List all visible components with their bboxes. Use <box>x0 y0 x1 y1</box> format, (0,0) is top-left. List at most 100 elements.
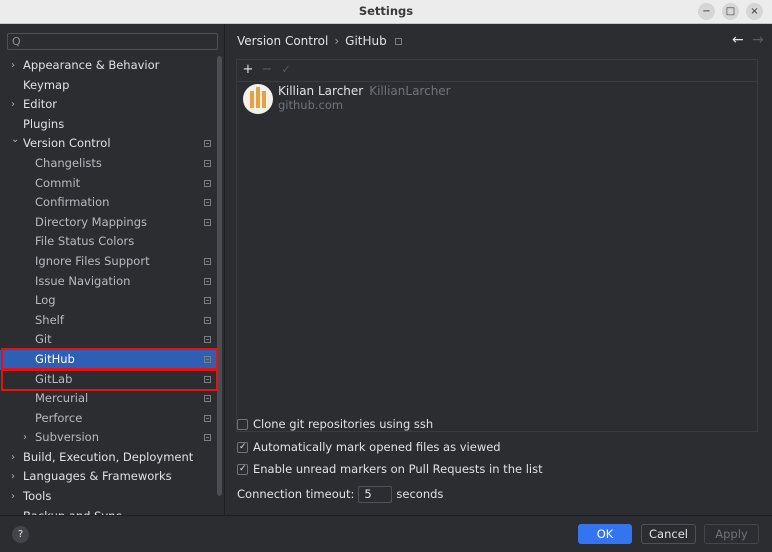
sidebar-item-label: Languages & Frameworks <box>23 469 172 484</box>
chevron-right-icon[interactable]: › <box>11 56 15 76</box>
project-settings-icon <box>204 297 211 305</box>
sidebar-item-build-execution-deployment[interactable]: › Build, Execution, Deployment <box>0 448 218 468</box>
sidebar-item-github[interactable]: GitHub <box>0 349 218 370</box>
account-name-line: Killian Larcher KillianLarcher <box>278 84 451 98</box>
clone-ssh-option[interactable]: Clone git repositories using ssh <box>237 417 433 433</box>
sidebar-item-perforce[interactable]: Perforce <box>0 409 218 429</box>
unread-markers-option[interactable]: Enable unread markers on Pull Requests i… <box>237 462 543 478</box>
auto-mark-viewed-label: Automatically mark opened files as viewe… <box>253 440 501 454</box>
project-settings-icon <box>204 257 211 265</box>
sidebar-item-label: Directory Mappings <box>35 214 148 229</box>
dialog-footer: ? OK Cancel Apply <box>0 515 772 552</box>
sidebar-item-label: Shelf <box>35 312 64 327</box>
sidebar-item-languages-frameworks[interactable]: › Languages & Frameworks <box>0 467 218 487</box>
accounts-toolbar: + − ✓ <box>237 60 757 82</box>
sidebar-item-subversion[interactable]: › Subversion <box>0 428 218 448</box>
chevron-right-icon[interactable]: › <box>11 448 15 468</box>
sidebar-item-appearance-behavior[interactable]: › Appearance & Behavior <box>0 56 218 76</box>
chevron-right-icon[interactable]: › <box>11 487 15 507</box>
account-server: github.com <box>278 98 344 112</box>
sidebar-item-label: Backup and Sync <box>23 507 122 515</box>
sidebar-item-issue-navigation[interactable]: Issue Navigation <box>0 272 218 292</box>
sidebar-item-label: Appearance & Behavior <box>23 58 160 72</box>
project-settings-icon <box>204 159 211 167</box>
sidebar-item-label: Git <box>35 332 52 347</box>
maximize-button[interactable]: □ <box>722 3 739 20</box>
sidebar-item-label: Mercurial <box>35 391 89 406</box>
chevron-right-icon[interactable]: › <box>11 95 15 115</box>
settings-search-input[interactable]: Q <box>7 33 218 50</box>
project-settings-icon <box>204 218 211 226</box>
project-settings-icon <box>204 199 211 207</box>
settings-tree: › Appearance & Behavior Keymap › Editor Plugi… <box>0 56 218 515</box>
project-settings-icon <box>204 414 211 422</box>
sidebar-item-label: Build, Execution, Deployment <box>23 449 194 464</box>
sidebar-item-label: Editor <box>23 97 58 112</box>
chevron-right-icon[interactable]: › <box>11 467 15 487</box>
connection-timeout-input[interactable]: 5 <box>358 486 393 503</box>
connection-timeout-unit: seconds <box>396 487 444 501</box>
sidebar-item-commit[interactable]: Commit <box>0 174 218 194</box>
sidebar-item-shelf[interactable]: Shelf <box>0 311 218 331</box>
add-account-button[interactable]: + <box>239 62 257 79</box>
sidebar-item-editor[interactable]: › Editor <box>0 95 218 115</box>
chevron-down-icon[interactable]: ⌄ <box>11 130 19 150</box>
connection-timeout-label: Connection timeout: <box>237 487 355 501</box>
breadcrumb-current: GitHub <box>345 34 387 48</box>
sidebar-item-file-status-colors[interactable]: File Status Colors <box>0 232 218 252</box>
sidebar-scrollbar[interactable] <box>217 56 222 496</box>
sidebar-item-gitlab[interactable]: GitLab <box>0 370 218 390</box>
sidebar-item-plugins[interactable]: Plugins <box>0 115 218 135</box>
sidebar-item-version-control[interactable]: ⌄ Version Control <box>0 134 218 154</box>
minimize-button[interactable]: − <box>698 3 715 20</box>
clone-ssh-label: Clone git repositories using ssh <box>253 417 434 431</box>
window-title-bar: Settings − □ × <box>0 0 772 24</box>
sidebar-item-label: File Status Colors <box>35 234 135 249</box>
apply-button[interactable]: Apply <box>704 524 759 544</box>
unread-markers-checkbox[interactable] <box>237 462 248 476</box>
sidebar-item-keymap[interactable]: Keymap <box>0 76 218 96</box>
sidebar-item-label: Commit <box>35 175 81 190</box>
sidebar-item-tools[interactable]: › Tools <box>0 487 218 507</box>
auto-mark-viewed-checkbox[interactable] <box>237 440 248 454</box>
github-settings-panel: Version Control › GitHub ← → + − ✓ Killian… <box>225 24 772 515</box>
project-settings-icon <box>204 140 211 148</box>
sidebar-item-label: Log <box>35 293 56 308</box>
sidebar-item-label: Plugins <box>23 116 65 131</box>
sidebar-item-backup-and-sync[interactable]: Backup and Sync <box>0 507 218 515</box>
sidebar-item-confirmation[interactable]: Confirmation <box>0 193 218 213</box>
sidebar-item-label: Ignore Files Support <box>35 253 150 268</box>
set-default-account-button[interactable]: ✓ <box>277 62 295 79</box>
sidebar-item-label: Changelists <box>35 155 102 170</box>
clone-ssh-checkbox[interactable] <box>237 419 248 430</box>
sidebar-item-label: Keymap <box>23 77 70 92</box>
sidebar-item-log[interactable]: Log <box>0 291 218 311</box>
sidebar-item-label: Tools <box>23 489 52 504</box>
sidebar-item-changelists[interactable]: Changelists <box>0 154 218 174</box>
back-arrow-icon[interactable]: ← <box>732 32 744 48</box>
remove-account-button[interactable]: − <box>258 62 276 79</box>
account-login: KillianLarcher <box>369 84 451 98</box>
project-settings-icon <box>204 179 211 187</box>
project-settings-icon <box>204 316 211 324</box>
sidebar-item-label: GitHub <box>35 351 75 366</box>
sidebar-item-git[interactable]: Git <box>0 330 218 350</box>
help-button[interactable]: ? <box>12 526 29 543</box>
sidebar-item-ignore-files-support[interactable]: Ignore Files Support <box>0 252 218 272</box>
ok-button[interactable]: OK <box>578 524 632 544</box>
breadcrumb-separator: › <box>334 34 340 48</box>
close-button[interactable]: × <box>746 3 763 20</box>
search-icon: Q <box>12 35 21 48</box>
sidebar-item-label: Subversion <box>35 430 100 445</box>
auto-mark-viewed-option[interactable]: Automatically mark opened files as viewe… <box>237 440 501 456</box>
sidebar-item-label: GitLab <box>35 371 73 386</box>
cancel-button[interactable]: Cancel <box>641 524 696 544</box>
project-settings-icon <box>204 277 211 285</box>
forward-arrow-icon[interactable]: → <box>752 32 764 48</box>
chevron-right-icon[interactable]: › <box>23 428 27 448</box>
sidebar-item-directory-mappings[interactable]: Directory Mappings <box>0 213 218 233</box>
sidebar-item-mercurial[interactable]: Mercurial <box>0 389 218 409</box>
accounts-list: + − ✓ Killian Larcher KillianLarcher gith… <box>236 59 758 432</box>
sidebar-item-label: Confirmation <box>35 195 110 210</box>
breadcrumb-parent[interactable]: Version Control <box>237 34 328 48</box>
